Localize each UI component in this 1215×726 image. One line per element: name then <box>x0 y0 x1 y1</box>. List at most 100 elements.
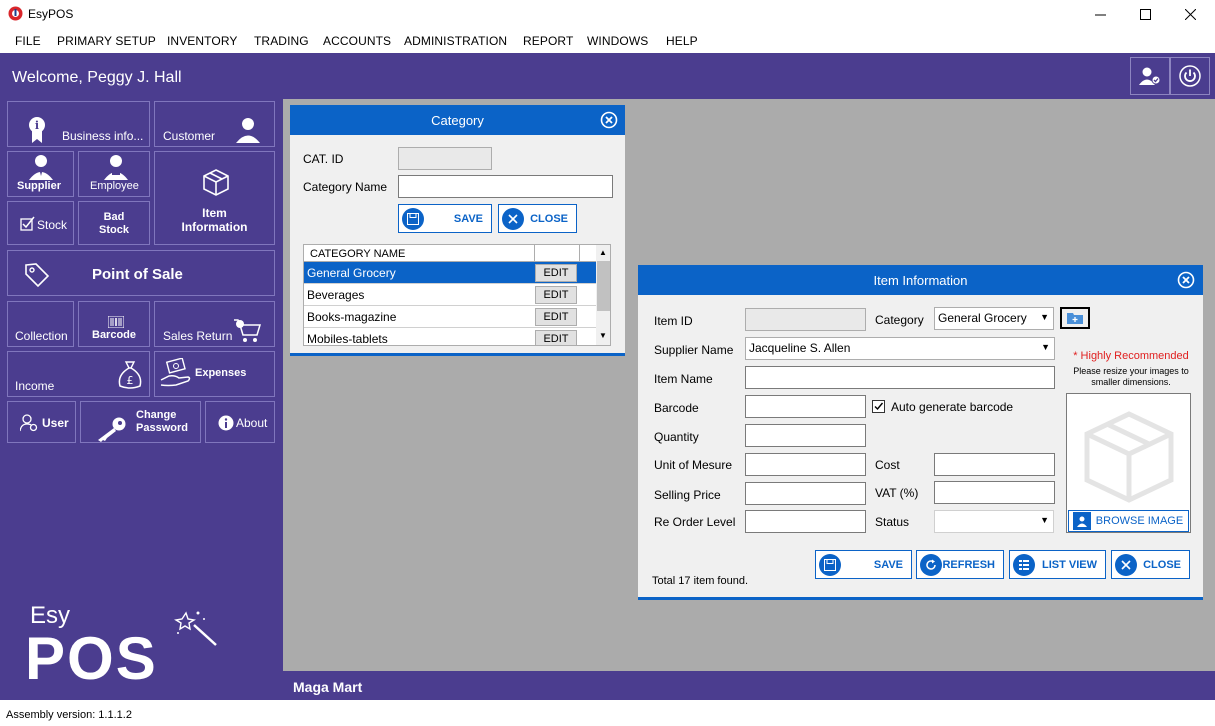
menu-trading[interactable]: TRADING <box>254 34 309 48</box>
item-list-view-button[interactable]: LIST VIEW <box>1009 550 1106 579</box>
cat-id-field <box>398 147 492 170</box>
item-information-label-line2: Information <box>181 220 248 234</box>
barcode-field[interactable] <box>745 395 866 418</box>
item-information-label-line1: Item <box>202 206 227 220</box>
cart-return-icon <box>234 319 262 343</box>
header-bar: Welcome, Peggy J. Hall <box>0 53 1215 99</box>
maximize-button[interactable] <box>1122 0 1168 28</box>
selling-price-field[interactable] <box>745 482 866 505</box>
cat-id-label: CAT. ID <box>303 152 344 166</box>
customer-tile[interactable]: Customer <box>154 101 275 147</box>
category-save-button[interactable]: SAVE <box>398 204 492 233</box>
item-information-tile[interactable]: Item Information <box>154 151 275 245</box>
minimize-button[interactable] <box>1077 0 1123 28</box>
box-icon <box>202 168 230 196</box>
quantity-field[interactable] <box>745 424 866 447</box>
table-row[interactable]: Beverages EDIT <box>304 284 596 306</box>
supplier-tile[interactable]: Supplier <box>7 151 74 197</box>
vat-field[interactable] <box>934 481 1055 504</box>
tag-icon <box>24 262 50 288</box>
item-dialog-close-icon[interactable] <box>1177 271 1195 289</box>
sales-return-tile[interactable]: Sales Return <box>154 301 275 347</box>
store-name-bar: Maga Mart <box>283 671 1215 700</box>
table-row[interactable]: Books-magazine EDIT <box>304 306 596 328</box>
item-save-button[interactable]: SAVE <box>815 550 912 579</box>
menu-windows[interactable]: WINDOWS <box>587 34 648 48</box>
auto-barcode-label: Auto generate barcode <box>891 400 1014 414</box>
user-gear-icon <box>20 414 38 432</box>
assembly-version: Assembly version: 1.1.1.2 <box>6 709 132 721</box>
item-dialog-title: Item Information <box>873 273 968 288</box>
power-button[interactable] <box>1170 57 1210 95</box>
point-of-sale-tile[interactable]: Point of Sale <box>7 250 275 296</box>
close-circle-icon <box>1115 553 1137 576</box>
category-dialog: Category CAT. ID Category Name SAVE CLOS… <box>290 105 625 356</box>
point-of-sale-label: Point of Sale <box>92 266 183 283</box>
menu-inventory[interactable]: INVENTORY <box>167 34 237 48</box>
supplier-select[interactable]: Jacqueline S. Allen ▼ <box>745 337 1055 360</box>
collection-tile[interactable]: Collection <box>7 301 74 347</box>
reorder-level-field[interactable] <box>745 510 866 533</box>
chevron-down-icon: ▼ <box>1040 515 1049 525</box>
item-close-button[interactable]: CLOSE <box>1111 550 1190 579</box>
bad-stock-tile[interactable]: Bad Stock <box>78 201 150 245</box>
status-label: Status <box>875 515 910 529</box>
barcode-tile[interactable]: Barcode <box>78 301 150 347</box>
menu-primary-setup[interactable]: PRIMARY SETUP <box>57 34 156 48</box>
item-information-dialog: Item Information Item ID Category Genera… <box>638 265 1203 600</box>
item-name-field[interactable] <box>745 366 1055 389</box>
auto-barcode-checkbox[interactable] <box>872 400 885 413</box>
cost-field[interactable] <box>934 453 1055 476</box>
menu-administration[interactable]: ADMINISTRATION <box>404 34 507 48</box>
category-name-field[interactable] <box>398 175 613 198</box>
add-category-button[interactable] <box>1060 307 1090 329</box>
employee-label: Employee <box>90 180 139 192</box>
edit-button[interactable]: EDIT <box>535 286 577 304</box>
category-dialog-title: Category <box>431 113 484 128</box>
barcode-label: Barcode <box>92 329 137 341</box>
welcome-text: Welcome, Peggy J. Hall <box>12 69 182 86</box>
change-password-tile[interactable]: Change Password <box>80 401 201 443</box>
quantity-label: Quantity <box>654 430 699 444</box>
refresh-icon <box>920 553 942 576</box>
close-circle-icon <box>502 207 524 230</box>
window-close-button[interactable] <box>1167 0 1213 28</box>
menu-bar: FILE PRIMARY SETUP INVENTORY TRADING ACC… <box>0 29 1215 53</box>
edit-button[interactable]: EDIT <box>535 330 577 345</box>
income-tile[interactable]: Income £ <box>7 351 150 397</box>
menu-accounts[interactable]: ACCOUNTS <box>323 34 391 48</box>
power-icon <box>1179 65 1201 87</box>
unit-of-measure-field[interactable] <box>745 453 866 476</box>
category-close-button[interactable]: CLOSE <box>498 204 577 233</box>
expenses-tile[interactable]: Expenses <box>154 351 275 397</box>
stock-tile[interactable]: Stock <box>7 201 74 245</box>
menu-file[interactable]: FILE <box>15 34 41 48</box>
customer-label: Customer <box>163 129 216 143</box>
item-refresh-button[interactable]: REFRESH <box>916 550 1004 579</box>
table-row[interactable]: Mobiles-tablets EDIT <box>304 328 596 345</box>
category-select[interactable]: General Grocery ▼ <box>934 307 1054 330</box>
business-info-tile[interactable]: i Business info... <box>7 101 150 147</box>
sidebar: i Business info... Customer Supplier Emp… <box>0 99 283 700</box>
edit-button[interactable]: EDIT <box>535 308 577 326</box>
category-dialog-close-icon[interactable] <box>600 111 618 129</box>
about-tile[interactable]: About <box>205 401 275 443</box>
item-dialog-header: Item Information <box>638 265 1203 295</box>
user-settings-button[interactable] <box>1130 57 1170 95</box>
employee-tile[interactable]: Employee <box>78 151 150 197</box>
customer-icon <box>235 116 261 144</box>
edit-button[interactable]: EDIT <box>535 264 577 282</box>
app-logo-icon <box>8 6 23 21</box>
info-icon <box>218 415 234 431</box>
table-row[interactable]: General Grocery EDIT <box>304 262 596 284</box>
list-icon <box>1013 553 1035 576</box>
vat-label: VAT (%) <box>875 486 919 500</box>
menu-report[interactable]: REPORT <box>523 34 573 48</box>
logo-pos: POS <box>25 625 158 692</box>
user-tile[interactable]: User <box>7 401 76 443</box>
browse-image-button[interactable]: BROWSE IMAGE <box>1068 510 1189 532</box>
status-select[interactable]: ▼ <box>934 510 1054 533</box>
about-label: About <box>236 416 268 430</box>
category-table-scrollbar[interactable]: ▲ ▼ <box>596 245 610 345</box>
menu-help[interactable]: HELP <box>666 34 698 48</box>
